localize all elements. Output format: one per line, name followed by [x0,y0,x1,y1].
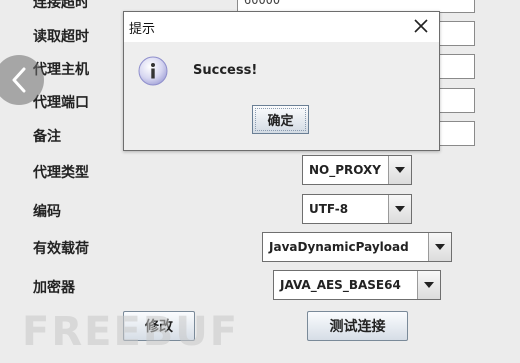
encryptor-select[interactable]: JAVA_AES_BASE64 [273,270,441,300]
payload-select[interactable]: JavaDynamicPayload [262,232,452,262]
payload-label: 有效载荷 [33,241,89,257]
dialog-titlebar[interactable]: 提示 [124,12,439,42]
chevron-down-icon[interactable] [388,156,411,184]
proxy-type-select[interactable]: NO_PROXY [302,155,412,185]
dialog-message: Success! [193,63,258,78]
info-icon [138,56,168,86]
ok-button[interactable]: 确定 [252,105,309,134]
chevron-down-icon[interactable] [388,195,411,223]
message-dialog: 提示 Success! 确定 [123,11,440,151]
test-connection-button[interactable]: 测试连接 [307,311,408,341]
dialog-title: 提示 [129,22,156,37]
encoding-value: UTF-8 [309,202,349,216]
encryptor-value: JAVA_AES_BASE64 [280,278,401,292]
close-icon[interactable] [413,18,429,34]
chevron-down-icon[interactable] [428,233,451,261]
connect-timeout-label: 连接超时 [33,0,89,11]
watermark-logo: FREEBUF [22,309,240,355]
encoding-label: 编码 [33,204,61,220]
proxy-type-value: NO_PROXY [309,163,381,177]
encoding-select[interactable]: UTF-8 [302,194,412,224]
encryptor-label: 加密器 [33,280,75,296]
chevron-down-icon[interactable] [417,271,440,299]
chevron-left-icon [12,67,26,93]
payload-value: JavaDynamicPayload [269,240,409,254]
remark-label: 备注 [33,129,61,145]
proxy-type-label: 代理类型 [33,165,89,181]
proxy-port-label: 代理端口 [33,95,89,111]
read-timeout-label: 读取超时 [33,29,89,45]
